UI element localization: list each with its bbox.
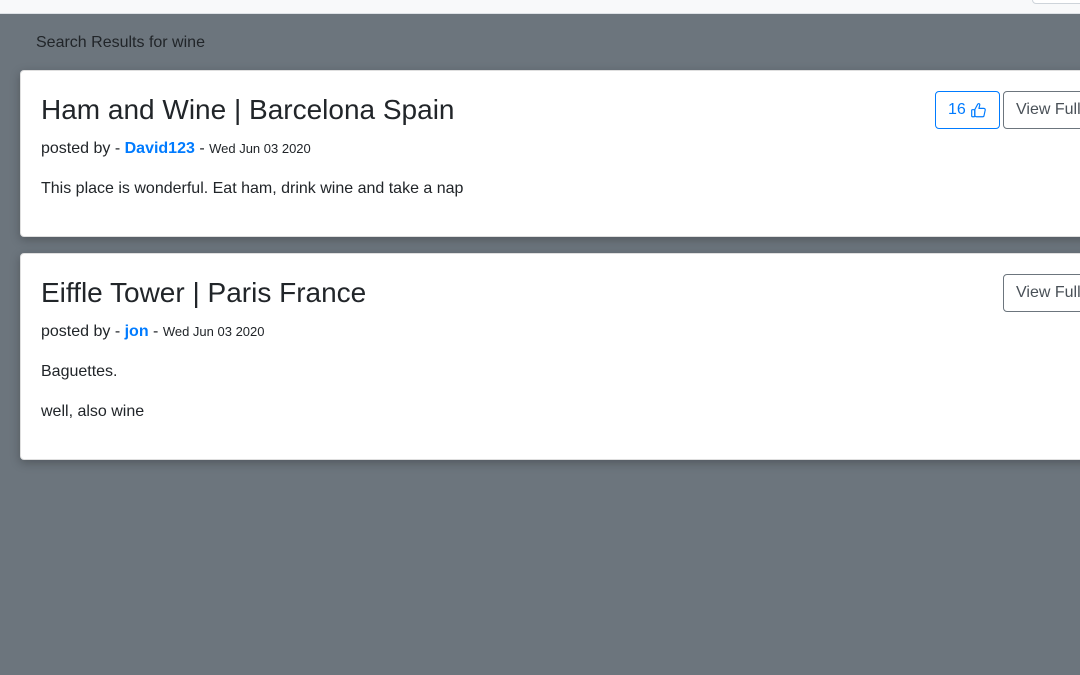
thumbs-up-icon bbox=[970, 102, 987, 119]
top-navbar bbox=[0, 0, 1080, 14]
byline-separator: - bbox=[194, 140, 210, 157]
posted-by-label: posted by - bbox=[41, 323, 125, 340]
post-body-text: This place is wonderful. Eat ham, drink … bbox=[41, 180, 464, 197]
byline-separator: - bbox=[148, 323, 163, 340]
post-card: Ham and Wine | Barcelona Spain posted by… bbox=[20, 70, 1080, 237]
like-button[interactable]: 16 bbox=[935, 91, 1000, 129]
post-title: Ham and Wine | Barcelona Spain bbox=[41, 94, 455, 125]
view-full-button[interactable]: View Full bbox=[1003, 274, 1080, 312]
post-byline: posted by - David123 - Wed Jun 03 2020 bbox=[41, 139, 311, 159]
post-body-text: Baguettes. bbox=[41, 363, 118, 380]
navbar-search-control[interactable] bbox=[1032, 0, 1080, 4]
posted-by-label: posted by - bbox=[41, 140, 125, 157]
post-date: Wed Jun 03 2020 bbox=[162, 324, 265, 339]
like-count: 16 bbox=[948, 101, 966, 118]
author-link[interactable]: jon bbox=[125, 323, 149, 340]
post-card: Eiffle Tower | Paris France posted by - … bbox=[20, 253, 1080, 460]
search-results-heading: Search Results for wine bbox=[36, 34, 205, 51]
view-full-button[interactable]: View Full bbox=[1003, 91, 1080, 129]
post-body-text: well, also wine bbox=[41, 403, 145, 420]
post-byline: posted by - jon - Wed Jun 03 2020 bbox=[41, 322, 265, 342]
author-link[interactable]: David123 bbox=[125, 140, 195, 157]
post-title: Eiffle Tower | Paris France bbox=[41, 277, 367, 308]
post-date: Wed Jun 03 2020 bbox=[209, 141, 311, 156]
